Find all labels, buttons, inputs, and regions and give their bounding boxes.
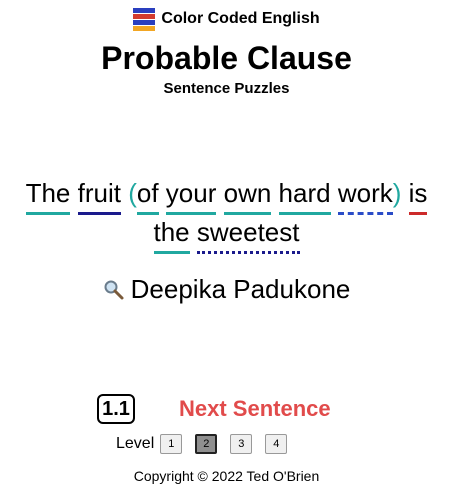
brand-header: Color Coded English [0,8,453,35]
magnifier-icon[interactable] [103,279,125,301]
level-button-2[interactable]: 2 [195,434,218,454]
level-button-4[interactable]: 4 [265,434,288,454]
word-the[interactable]: The [25,176,71,215]
word-the-2[interactable]: the [153,215,190,254]
next-sentence-button[interactable]: Next Sentence [179,396,331,422]
page-title: Probable Clause [101,40,352,76]
word-sweetest[interactable]: sweetest [196,215,300,254]
page-subtitle: Sentence Puzzles [163,80,290,97]
word-hard[interactable]: hard [278,176,331,215]
brand-label: Color Coded English [161,10,320,27]
level-button-1[interactable]: 1 [160,434,183,454]
level-selector: Level 1 2 3 4 [116,434,300,454]
word-fruit[interactable]: fruit [77,176,121,215]
flag-icon [133,8,156,31]
sentence-puzzle: The fruit (of your own hard work) is the… [0,176,453,254]
level-button-3[interactable]: 3 [230,434,253,454]
word-is[interactable]: is [408,176,428,215]
level-label: Level [116,435,155,452]
open-paren: ( [128,178,137,208]
word-of[interactable]: of [136,176,159,215]
copyright: Copyright © 2022 Ted O'Brien [133,468,320,484]
word-work[interactable]: work [337,176,393,215]
close-paren: ) [392,178,402,208]
level-badge: 1.1 [97,394,135,424]
author-name: Deepika Padukone [130,274,351,304]
word-own[interactable]: own [223,176,272,215]
author-line: Deepika Padukone [0,274,453,305]
word-your[interactable]: your [165,176,217,215]
